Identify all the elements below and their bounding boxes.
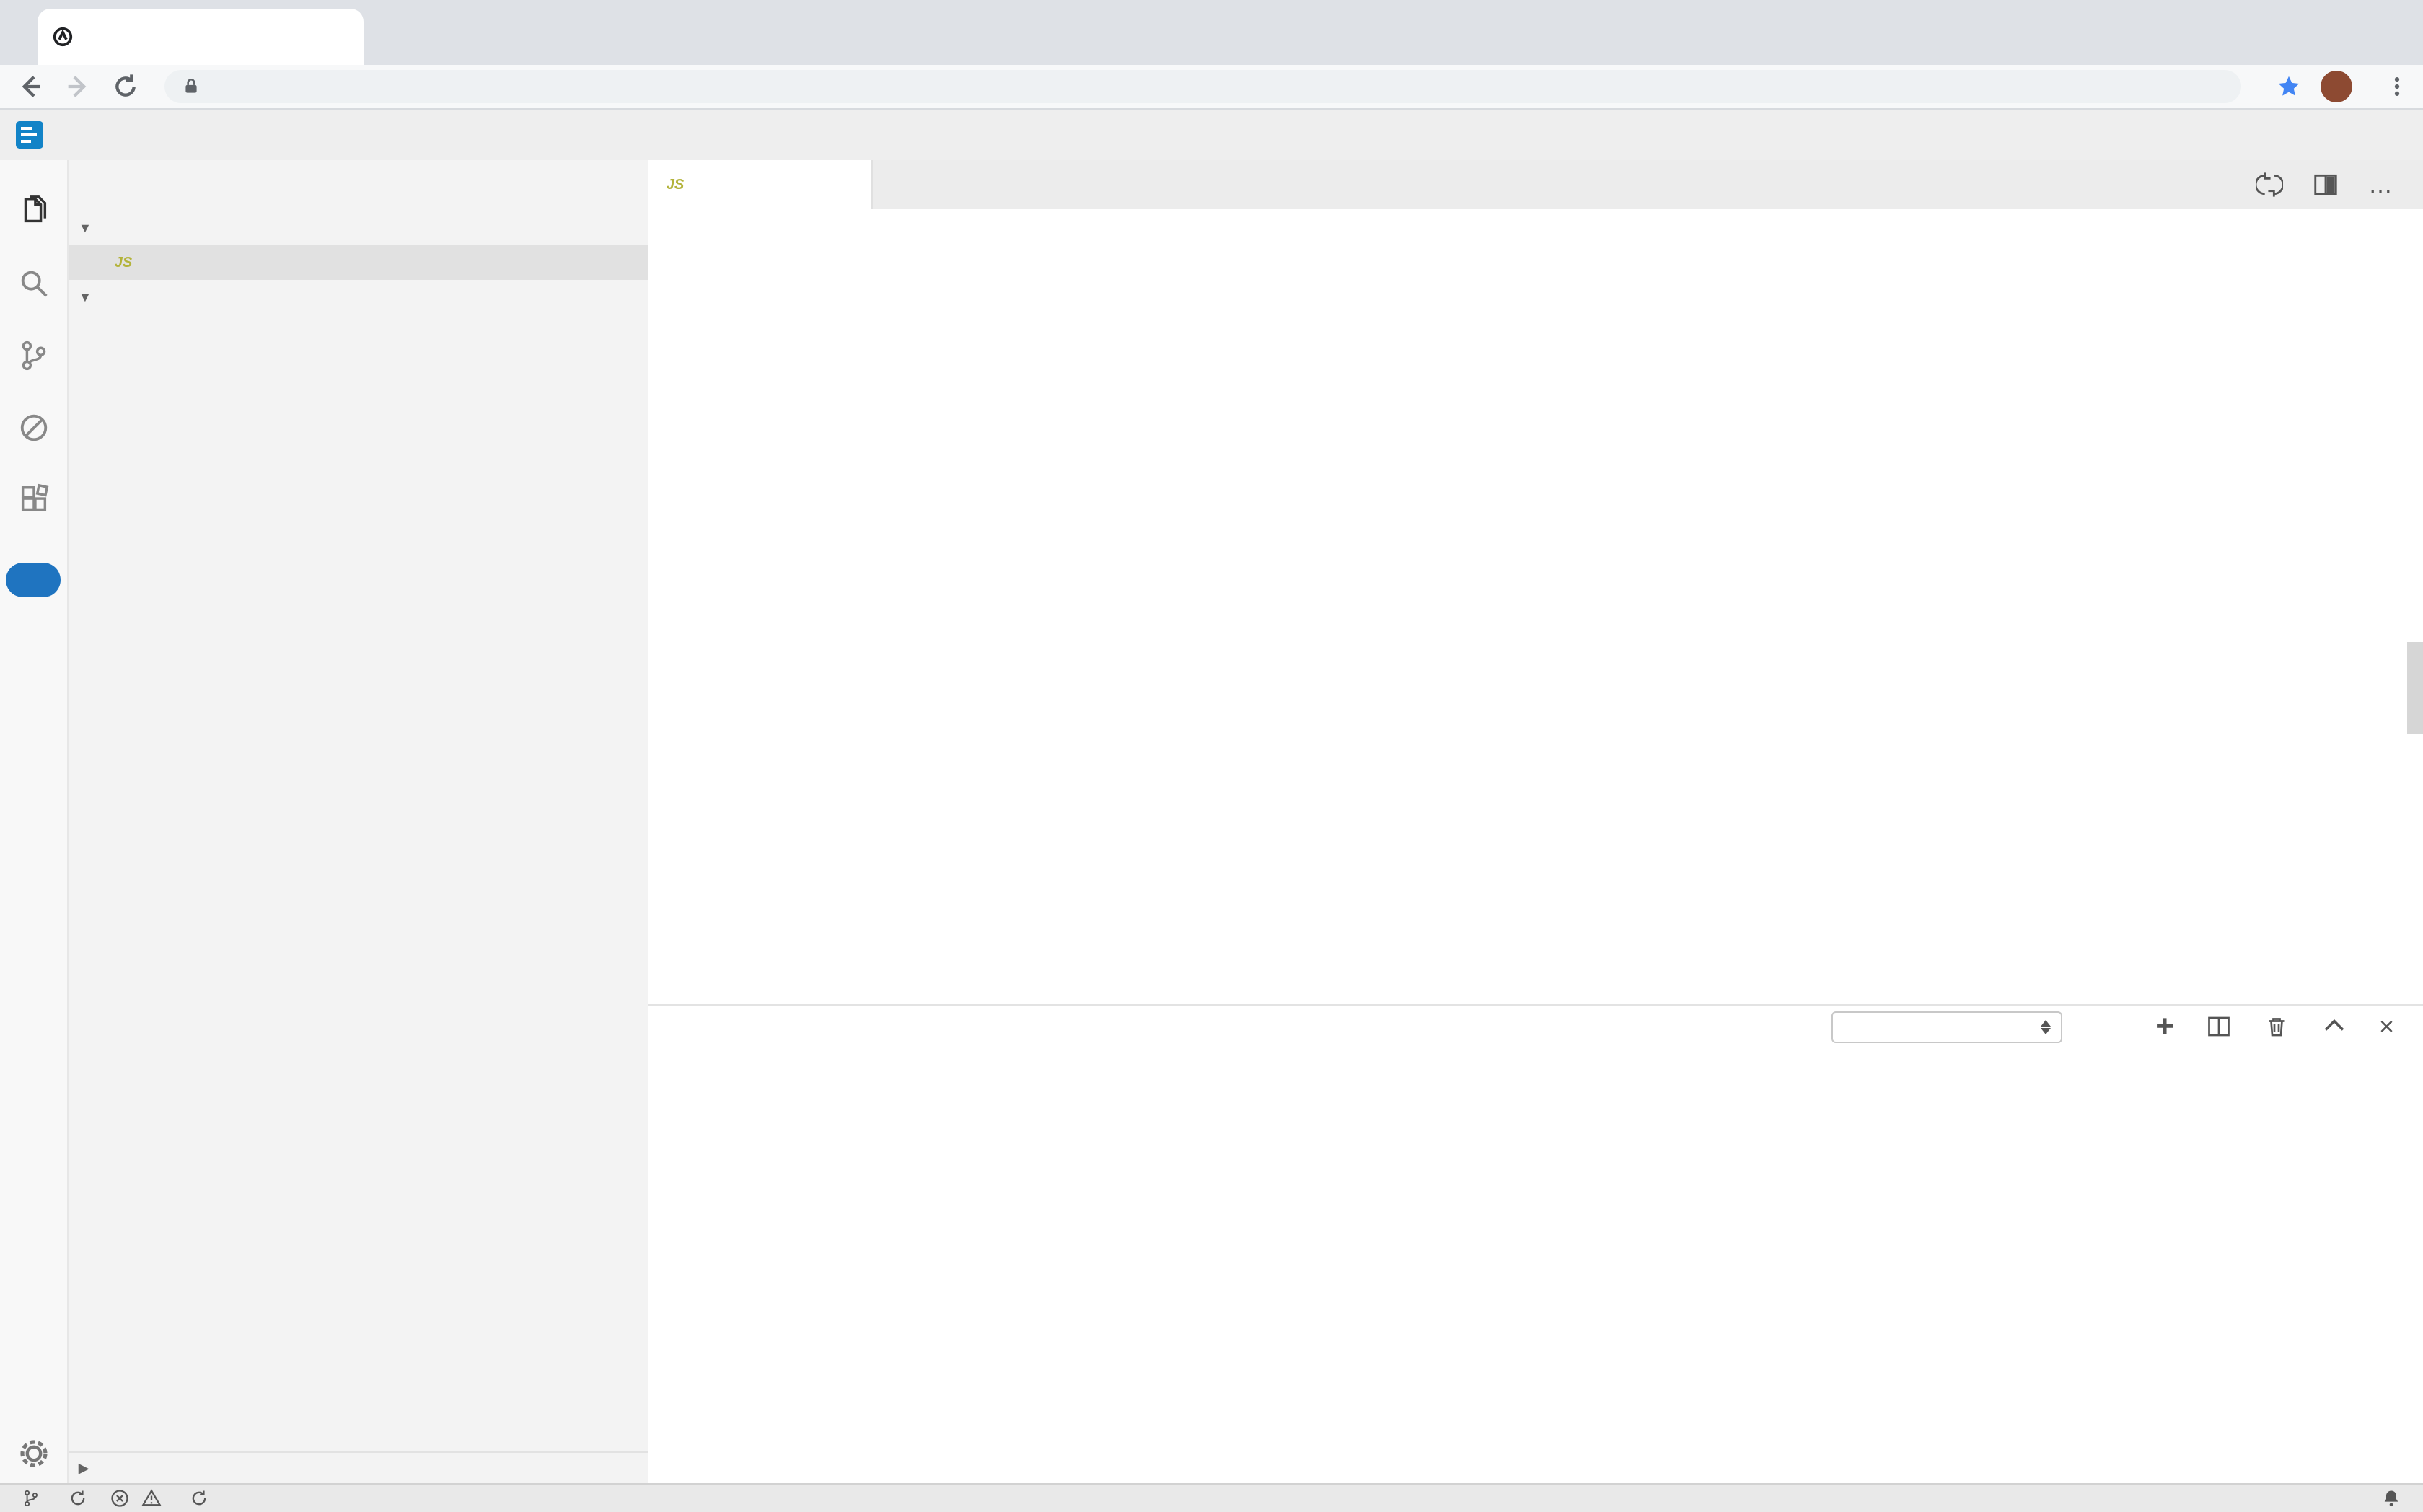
minimap[interactable] [2219,215,2405,1004]
notifications-bell-icon[interactable] [2381,1487,2401,1509]
kill-terminal-icon[interactable] [2264,1014,2290,1040]
app-logo-icon[interactable] [16,121,43,149]
explorer-icon[interactable] [0,180,67,242]
browser-toolbar [0,65,2423,110]
avatar[interactable] [2321,71,2352,102]
source-control-icon[interactable] [0,325,67,387]
editor-tab[interactable]: JS [648,160,873,209]
git-branch-status[interactable] [22,1487,46,1509]
browser-tab-strip [0,0,2423,65]
close-panel-icon[interactable]: × [2379,1011,2394,1042]
language-status-message [189,1488,215,1508]
settings-gear-icon[interactable] [0,1423,67,1485]
vscode-titlebar [0,110,2423,160]
reload-icon[interactable] [108,69,143,104]
split-editor-icon[interactable] [2312,171,2339,198]
new-terminal-icon[interactable]: + [2155,1008,2174,1045]
extensions-icon[interactable] [0,469,67,531]
chevron-down-icon: ▼ [79,221,92,236]
new-tab-button[interactable] [374,16,414,56]
forward-icon[interactable] [61,69,95,104]
sidebar-title [69,160,648,209]
sync-status-icon[interactable] [68,1488,88,1508]
chevron-down-icon: ▼ [79,290,92,305]
open-editors-header[interactable]: ▼ [69,212,648,244]
debug-icon[interactable] [0,397,67,459]
error-icon [110,1488,130,1508]
sync-editors-icon[interactable] [2256,171,2283,198]
more-actions-icon[interactable]: … [2368,171,2394,199]
screen: ▼ JS ▼ ▶ JS … [0,0,2423,1512]
terminal[interactable] [648,1047,2423,1483]
js-file-icon: JS [109,255,138,271]
warning-icon [141,1488,162,1508]
select-caret-icon [2041,1020,2051,1034]
off-toggle[interactable] [6,563,61,597]
explorer-sidebar: ▼ JS ▼ ▶ [69,160,648,1483]
search-icon[interactable] [0,252,67,315]
browser-tab[interactable] [38,9,364,65]
favicon-icon [52,26,74,48]
status-bar [0,1483,2423,1512]
bookmark-star-icon[interactable] [2272,69,2306,104]
split-terminal-icon[interactable] [2206,1014,2232,1040]
chevron-right-icon: ▶ [79,1461,89,1476]
js-file-icon: JS [661,177,690,193]
editor-tab-bar: JS … [648,160,2423,209]
terminal-select[interactable] [1831,1011,2062,1043]
workspace-header[interactable]: ▼ [69,281,648,313]
editor-scrollbar[interactable] [2407,642,2423,734]
browser-menu-icon[interactable] [2380,69,2414,104]
lock-icon [182,76,201,97]
spinner-icon [189,1488,209,1508]
outline-header[interactable]: ▶ [69,1451,648,1483]
open-editor-item[interactable]: JS [69,245,648,280]
problems-status[interactable] [110,1488,167,1508]
bottom-panel: + × [648,1004,2423,1483]
back-icon[interactable] [13,69,48,104]
activity-bar [0,160,69,1483]
code-editor[interactable] [648,209,2423,1004]
branch-icon [22,1487,40,1509]
url-bar[interactable] [164,70,2241,103]
maximize-panel-icon[interactable] [2321,1014,2347,1040]
